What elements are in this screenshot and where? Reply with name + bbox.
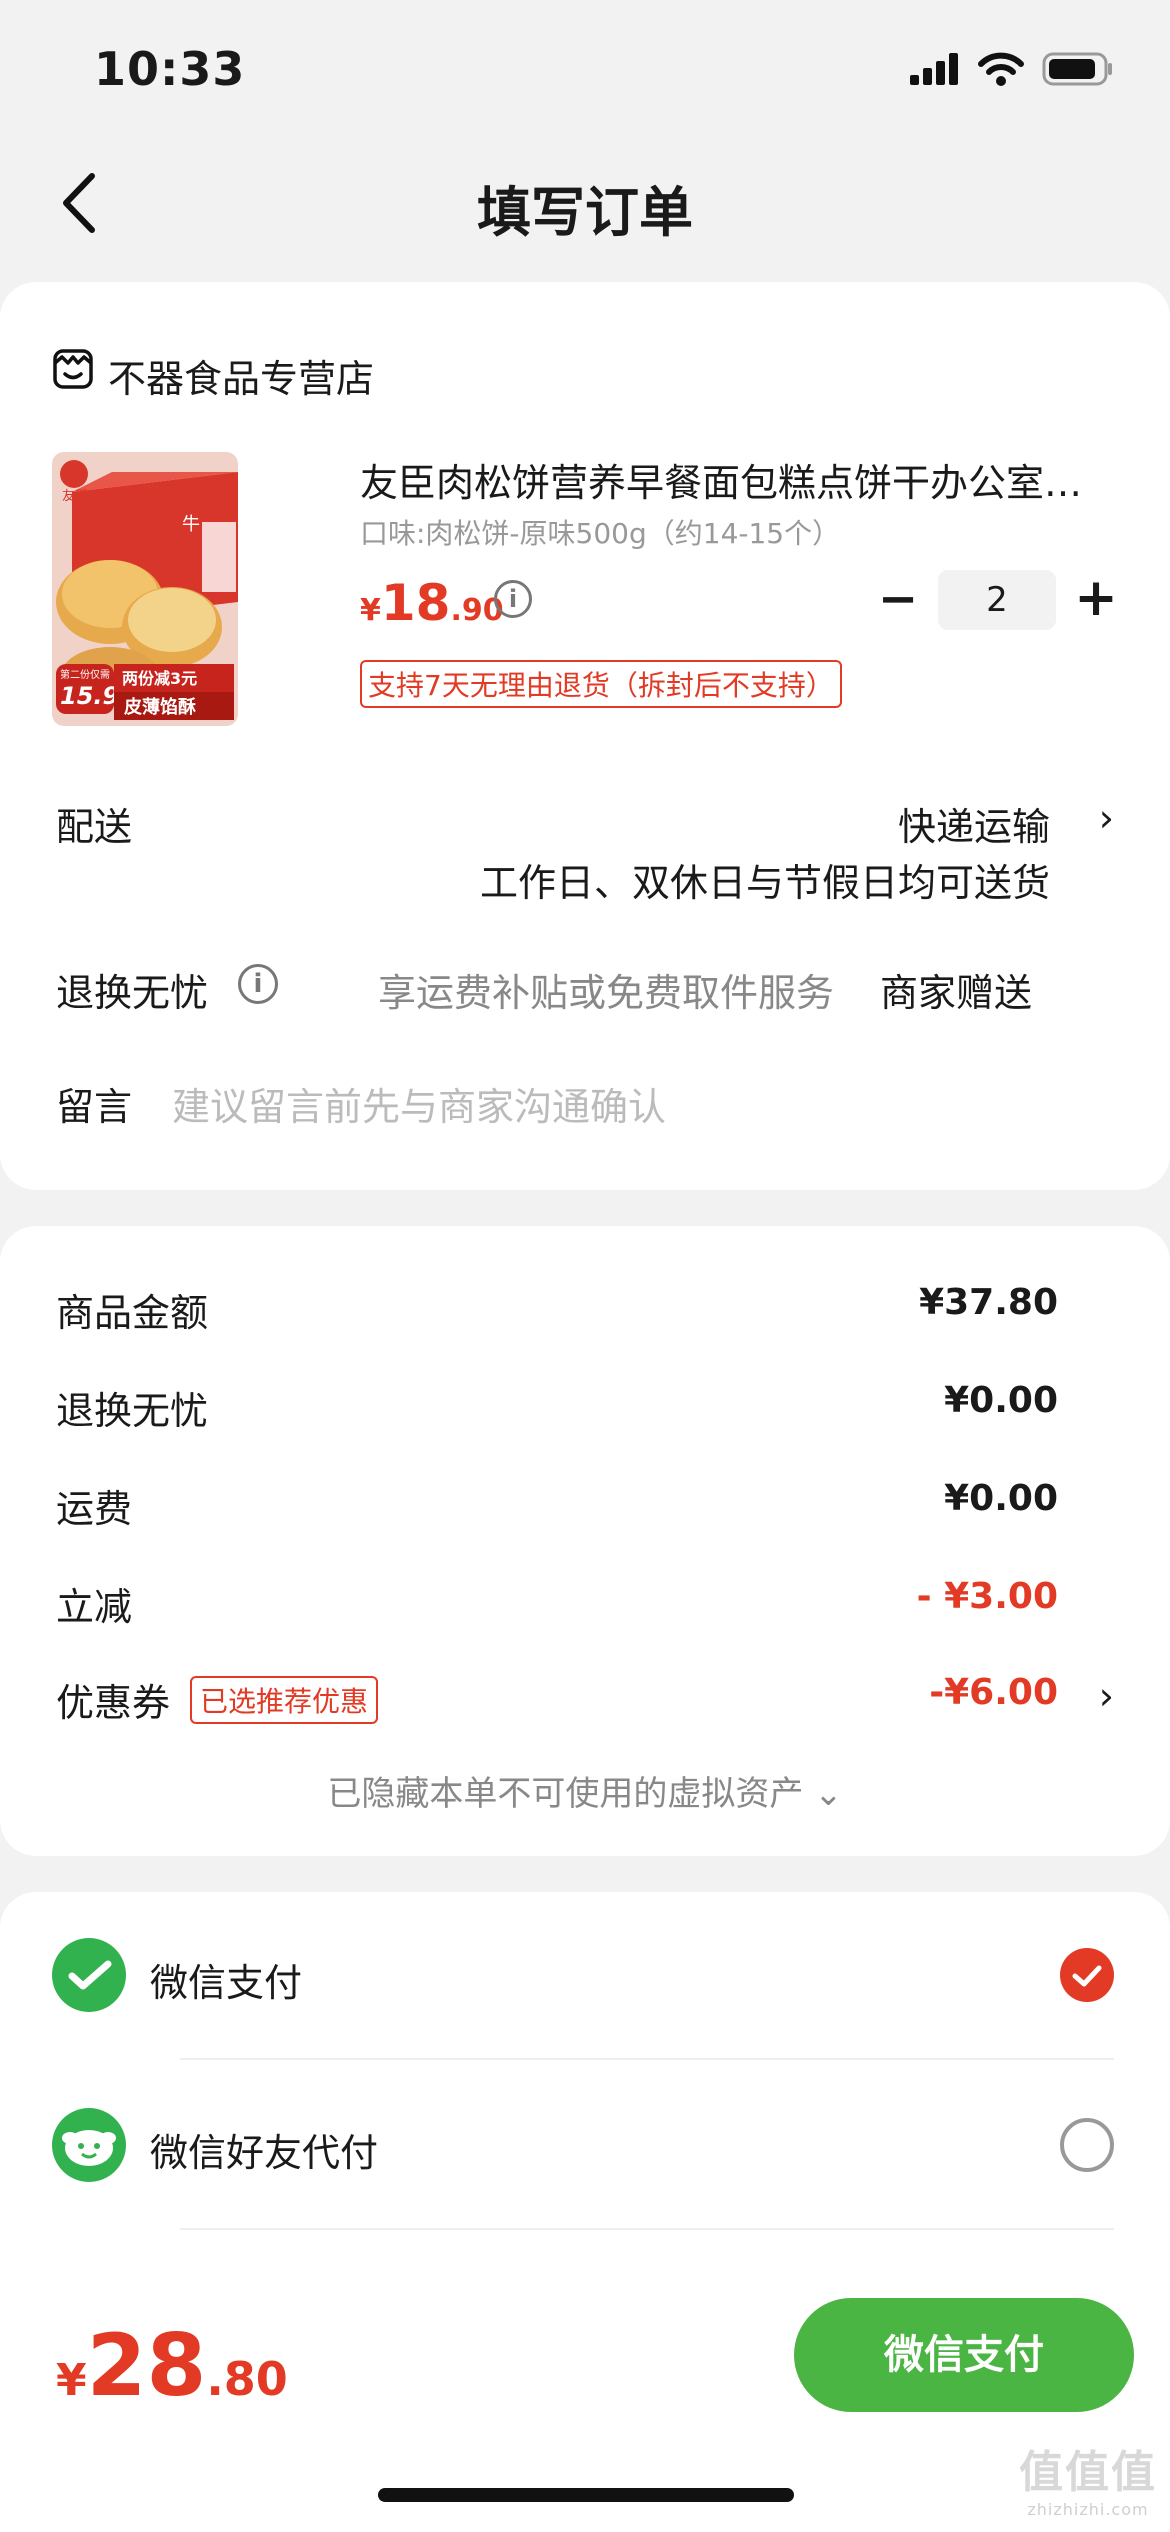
goods-amount-label: 商品金额 (56, 1291, 209, 1335)
shipping-value: ¥0.00 (944, 1478, 1058, 1519)
delivery-label: 配送 (56, 805, 133, 849)
status-time: 10:33 (94, 42, 246, 96)
signal-icon (910, 53, 958, 85)
product-image-text-big: 牛 (182, 514, 200, 535)
friend-pay-radio[interactable] (1060, 2118, 1114, 2172)
watermark-logo: 值值值 (1019, 2447, 1157, 2498)
quantity-increase-button[interactable]: + (1074, 572, 1118, 624)
product-image-brand: 友臣 (62, 488, 88, 504)
discount-value: - ¥3.00 (916, 1576, 1058, 1617)
product-price: ¥18.90 (360, 574, 504, 632)
shipping-label: 运费 (56, 1487, 133, 1531)
watermark: 值值值 zhizhizhi.com (1010, 2436, 1166, 2519)
wifi-icon (978, 52, 1024, 86)
return-guarantee-label: 退换无忧 (56, 971, 209, 1015)
store-name[interactable]: 不器食品专营店 (108, 348, 374, 403)
total-integer: 28 (86, 2316, 207, 2416)
total-symbol: ¥ (56, 2355, 87, 2406)
delivery-method[interactable]: 快递运输 (898, 796, 1050, 851)
wechat-pay-label[interactable]: 微信支付 (150, 1952, 302, 2007)
wechat-pay-icon (52, 1938, 126, 2012)
product-image-second-item: 第二份仅需 (60, 668, 110, 681)
wechat-pay-radio-checked[interactable] (1060, 1948, 1114, 2002)
coupon-value[interactable]: -¥6.00 (929, 1672, 1058, 1713)
watermark-url: zhizhizhi.com (1027, 2500, 1149, 2519)
home-indicator (378, 2488, 794, 2502)
product-spec[interactable]: 口味:肉松饼-原味500g（约14-15个） (360, 512, 840, 552)
price-info-icon[interactable]: i (494, 580, 532, 618)
product-image[interactable]: 牛 友臣 第二份仅需 15.9 两份减3元 皮薄馅酥 (52, 452, 238, 726)
return-guarantee-gift: 商家赠送 (880, 971, 1033, 1015)
chevron-right-icon[interactable]: › (1099, 796, 1114, 840)
product-image-price-tag: 15.9 (60, 682, 119, 710)
return-fee-label: 退换无忧 (56, 1389, 209, 1433)
goods-amount-value: ¥37.80 (919, 1282, 1058, 1323)
note-input[interactable]: 建议留言前先与商家沟通确认 (172, 1076, 666, 1131)
hidden-assets-toggle[interactable]: 已隐藏本单不可使用的虚拟资产 ⌄ (0, 1766, 1170, 1815)
friend-pay-label[interactable]: 微信好友代付 (150, 2122, 378, 2177)
discount-label: 立减 (56, 1585, 133, 1629)
note-label: 留言 (56, 1085, 133, 1129)
coupon-label[interactable]: 优惠券 (56, 1672, 170, 1727)
delivery-note: 工作日、双休日与节假日均可送货 (479, 861, 1050, 905)
page-title: 填写订单 (477, 181, 693, 244)
total-price: ¥28.80 (56, 2316, 288, 2416)
battery-icon (1042, 52, 1112, 86)
coupon-badge: 已选推荐优惠 (190, 1676, 379, 1724)
return-fee-value: ¥0.00 (944, 1380, 1058, 1421)
quantity-value[interactable]: 2 (938, 570, 1056, 630)
friend-pay-icon (52, 2108, 126, 2182)
price-integer: 18 (380, 574, 451, 632)
product-title[interactable]: 友臣肉松饼营养早餐面包糕点饼干办公室… (360, 452, 1120, 507)
store-card (0, 282, 1170, 1190)
pay-button[interactable]: 微信支付 (794, 2298, 1134, 2412)
product-image-promo: 两份减3元 (122, 669, 197, 688)
chevron-right-icon[interactable]: › (1099, 1674, 1114, 1718)
quantity-decrease-button[interactable]: − (878, 574, 918, 624)
product-image-tagline: 皮薄馅酥 (124, 696, 196, 718)
divider (180, 2228, 1114, 2230)
return-policy-badge: 支持7天无理由退货（拆封后不支持） (360, 660, 842, 708)
price-symbol: ¥ (360, 593, 381, 628)
status-icons (910, 52, 1114, 86)
total-decimal: .80 (206, 2352, 288, 2406)
return-guarantee-desc: 享运费补贴或免费取件服务 (378, 971, 835, 1015)
return-info-icon[interactable]: i (238, 964, 278, 1004)
divider (180, 2058, 1114, 2060)
store-icon (53, 349, 93, 389)
